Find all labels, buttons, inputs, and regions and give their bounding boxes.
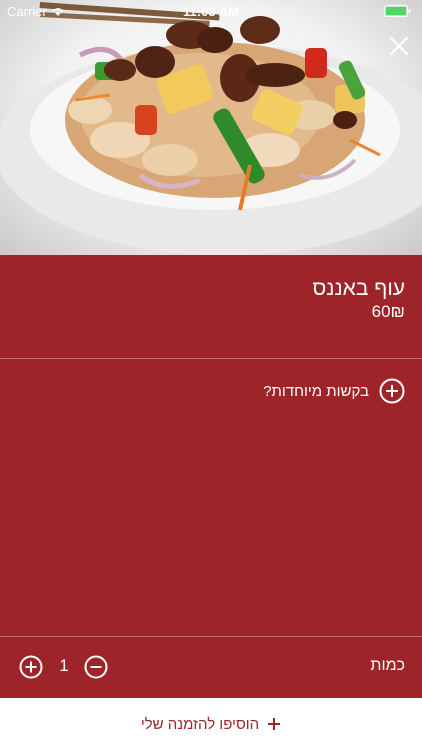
quantity-label: כמות [370, 657, 405, 674]
dish-illustration [0, 2, 422, 255]
dish-photo: Carrier 11:03 AM [0, 0, 422, 255]
special-requests-button[interactable]: בקשות מיוחדות? [263, 378, 405, 404]
increase-quantity-button[interactable] [19, 655, 43, 679]
battery-icon [384, 5, 411, 17]
quantity-value: 1 [59, 656, 69, 675]
item-details-panel: עוף באננס 60₪ בקשות מיוחדות? 1 כמות [0, 255, 422, 698]
add-to-order-button[interactable]: הוסיפו להזמנה שלי [0, 698, 422, 750]
plus-icon [268, 718, 281, 730]
decrease-quantity-button[interactable] [84, 655, 108, 679]
status-bar: Carrier 11:03 AM [0, 0, 422, 22]
item-name: עוף באננס [312, 277, 405, 300]
special-requests-label: בקשות מיוחדות? [263, 382, 369, 400]
plus-circle-icon [379, 378, 405, 404]
add-to-order-label: הוסיפו להזמנה שלי [140, 715, 260, 733]
clock: 11:03 AM [183, 4, 239, 19]
divider [0, 358, 422, 359]
quantity-stepper: 1 כמות [0, 637, 422, 698]
item-price: 60₪ [371, 302, 405, 321]
close-icon[interactable] [388, 35, 410, 57]
